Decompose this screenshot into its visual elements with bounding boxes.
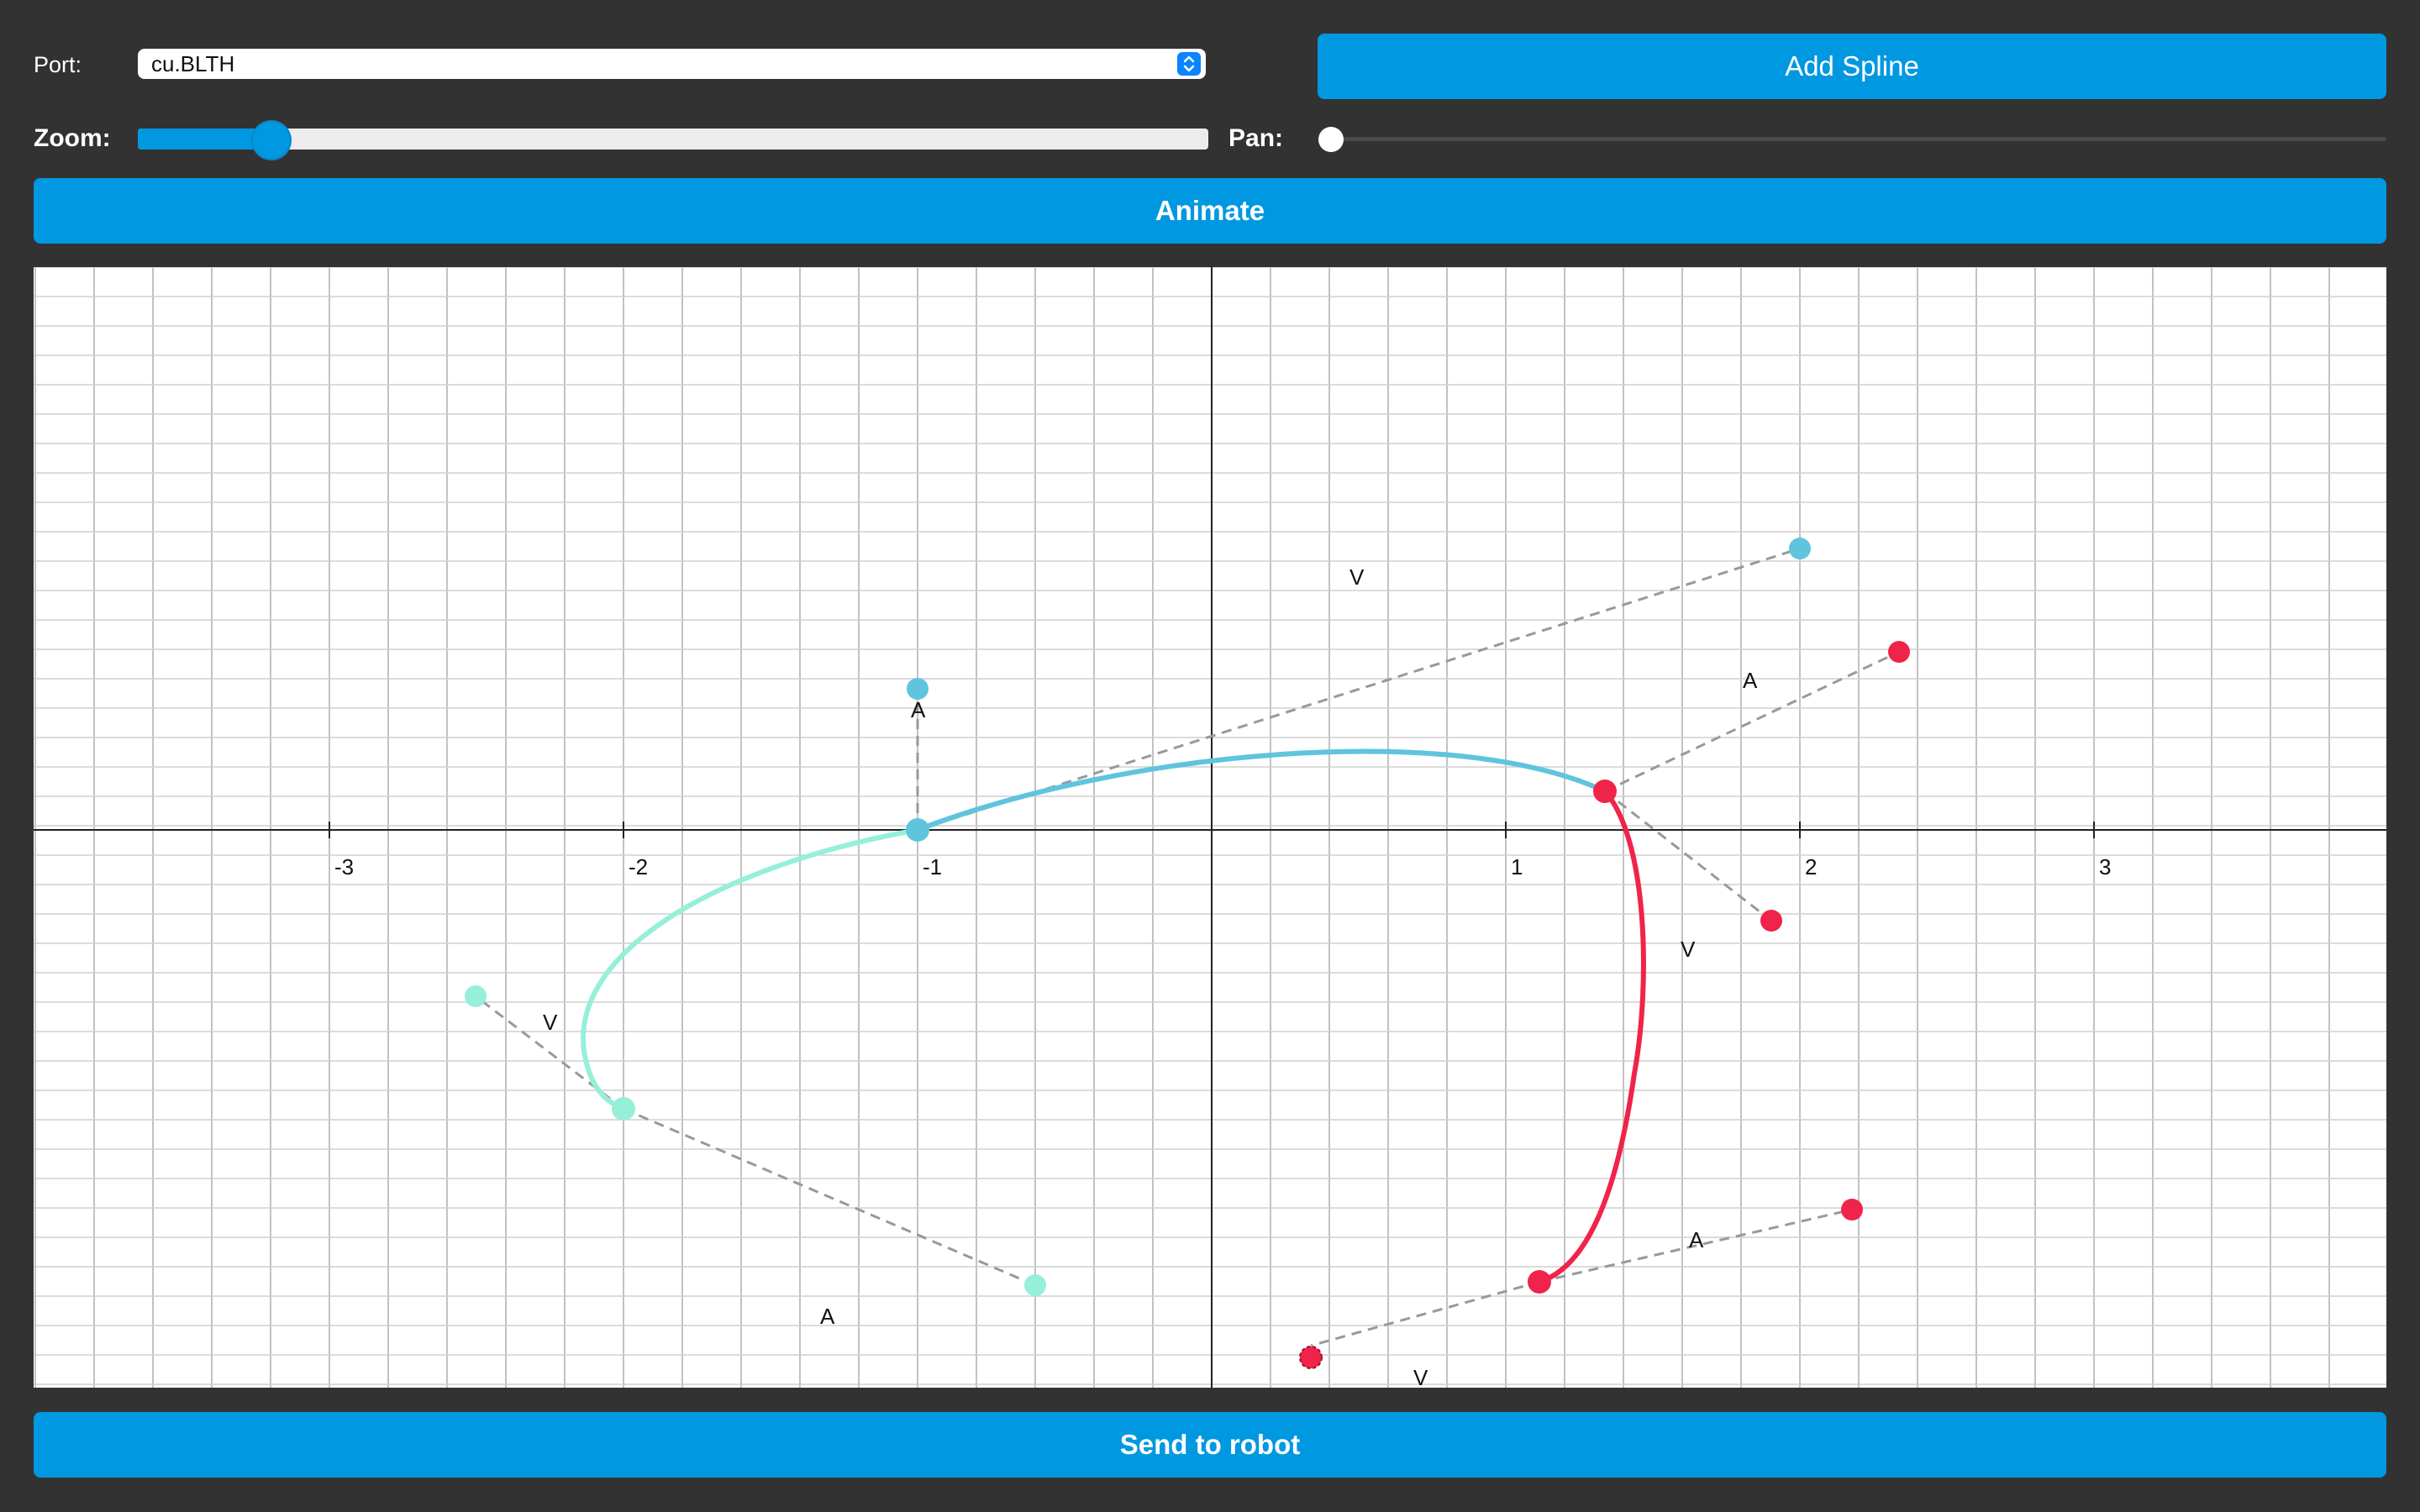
acceleration-handle-label: A bbox=[1743, 668, 1758, 693]
x-tick-label: -1 bbox=[923, 854, 942, 879]
x-tick-label: -2 bbox=[629, 854, 648, 879]
control-point[interactable] bbox=[612, 1097, 635, 1121]
send-to-robot-button[interactable]: Send to robot bbox=[34, 1412, 2386, 1478]
control-point[interactable] bbox=[1789, 538, 1811, 559]
port-label: Port: bbox=[34, 52, 82, 77]
spline-graph[interactable]: -3 -2 -1 1 2 3 V A V A V A V A bbox=[34, 267, 2386, 1388]
zoom-label: Zoom: bbox=[34, 124, 111, 152]
chevron-updown-icon bbox=[1177, 52, 1201, 76]
spline-segment-cyan[interactable] bbox=[916, 748, 1607, 832]
control-point[interactable] bbox=[1299, 1346, 1323, 1369]
control-point[interactable] bbox=[1528, 1270, 1551, 1294]
control-point[interactable] bbox=[465, 985, 487, 1007]
acceleration-handle-label: A bbox=[820, 1304, 835, 1329]
port-select[interactable]: cu.BLTH bbox=[138, 49, 1206, 79]
velocity-handle-label: V bbox=[543, 1010, 558, 1035]
add-spline-button[interactable]: Add Spline bbox=[1318, 34, 2386, 99]
control-point[interactable] bbox=[1888, 641, 1910, 663]
velocity-handle-label: V bbox=[1413, 1365, 1428, 1388]
acceleration-handle-label: A bbox=[1689, 1227, 1704, 1252]
control-point[interactable] bbox=[1760, 910, 1782, 932]
x-tick-label: -3 bbox=[334, 854, 354, 879]
pan-label: Pan: bbox=[1228, 124, 1284, 152]
velocity-handle-label: V bbox=[1681, 937, 1696, 962]
zoom-slider-thumb[interactable] bbox=[253, 122, 290, 159]
control-point[interactable] bbox=[906, 818, 929, 842]
control-point[interactable] bbox=[1024, 1274, 1046, 1296]
x-tick-label: 2 bbox=[1805, 854, 1817, 879]
port-select-value: cu.BLTH bbox=[151, 51, 235, 76]
control-point[interactable] bbox=[1593, 780, 1617, 803]
zoom-slider-fill bbox=[138, 129, 272, 150]
x-tick-label: 3 bbox=[2099, 854, 2111, 879]
pan-slider-track bbox=[1319, 137, 2386, 141]
pan-slider-thumb[interactable] bbox=[1318, 127, 1344, 152]
zoom-slider-track bbox=[138, 129, 1208, 150]
acceleration-handle-label: A bbox=[911, 697, 926, 722]
control-point[interactable] bbox=[1841, 1199, 1863, 1221]
velocity-handle-label: V bbox=[1349, 564, 1365, 590]
spline-editor-canvas[interactable]: -3 -2 -1 1 2 3 V A V A V A V A bbox=[34, 267, 2386, 1388]
x-tick-label: 1 bbox=[1511, 854, 1523, 879]
grid bbox=[34, 267, 2386, 1388]
animate-button[interactable]: Animate bbox=[34, 178, 2386, 244]
